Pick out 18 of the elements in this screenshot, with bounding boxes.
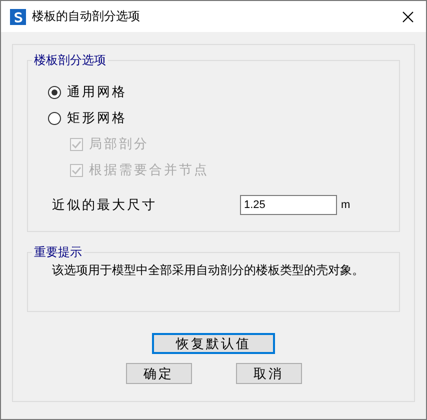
dialog-button[interactable]: 确定 — [126, 363, 192, 384]
radio-button[interactable] — [48, 86, 61, 98]
field-label: 近似的最大尺寸 — [52, 197, 158, 214]
radio-button[interactable] — [48, 112, 61, 124]
restore-defaults-button[interactable]: 恢复默认值 — [152, 333, 275, 354]
radio-label: 通用网格 — [67, 84, 127, 101]
unit-label: m — [341, 199, 350, 211]
app-logo-icon — [10, 8, 26, 24]
window-title: 楼板的自动剖分选项 — [32, 8, 141, 25]
close-icon[interactable] — [402, 10, 414, 22]
radio-label: 矩形网格 — [67, 110, 127, 127]
size-input-field[interactable]: 1.25 — [240, 195, 337, 215]
checkbox-label: 根据需要合并节点 — [89, 162, 209, 179]
group-title: 重要提示 — [32, 244, 84, 260]
checkbox-label: 局部剖分 — [89, 136, 149, 153]
dialog-button[interactable]: 取消 — [236, 363, 302, 384]
group-title: 楼板剖分选项 — [32, 52, 108, 68]
note-text: 该选项用于模型中全部采用自动剖分的楼板类型的壳对象。 — [51, 262, 365, 279]
